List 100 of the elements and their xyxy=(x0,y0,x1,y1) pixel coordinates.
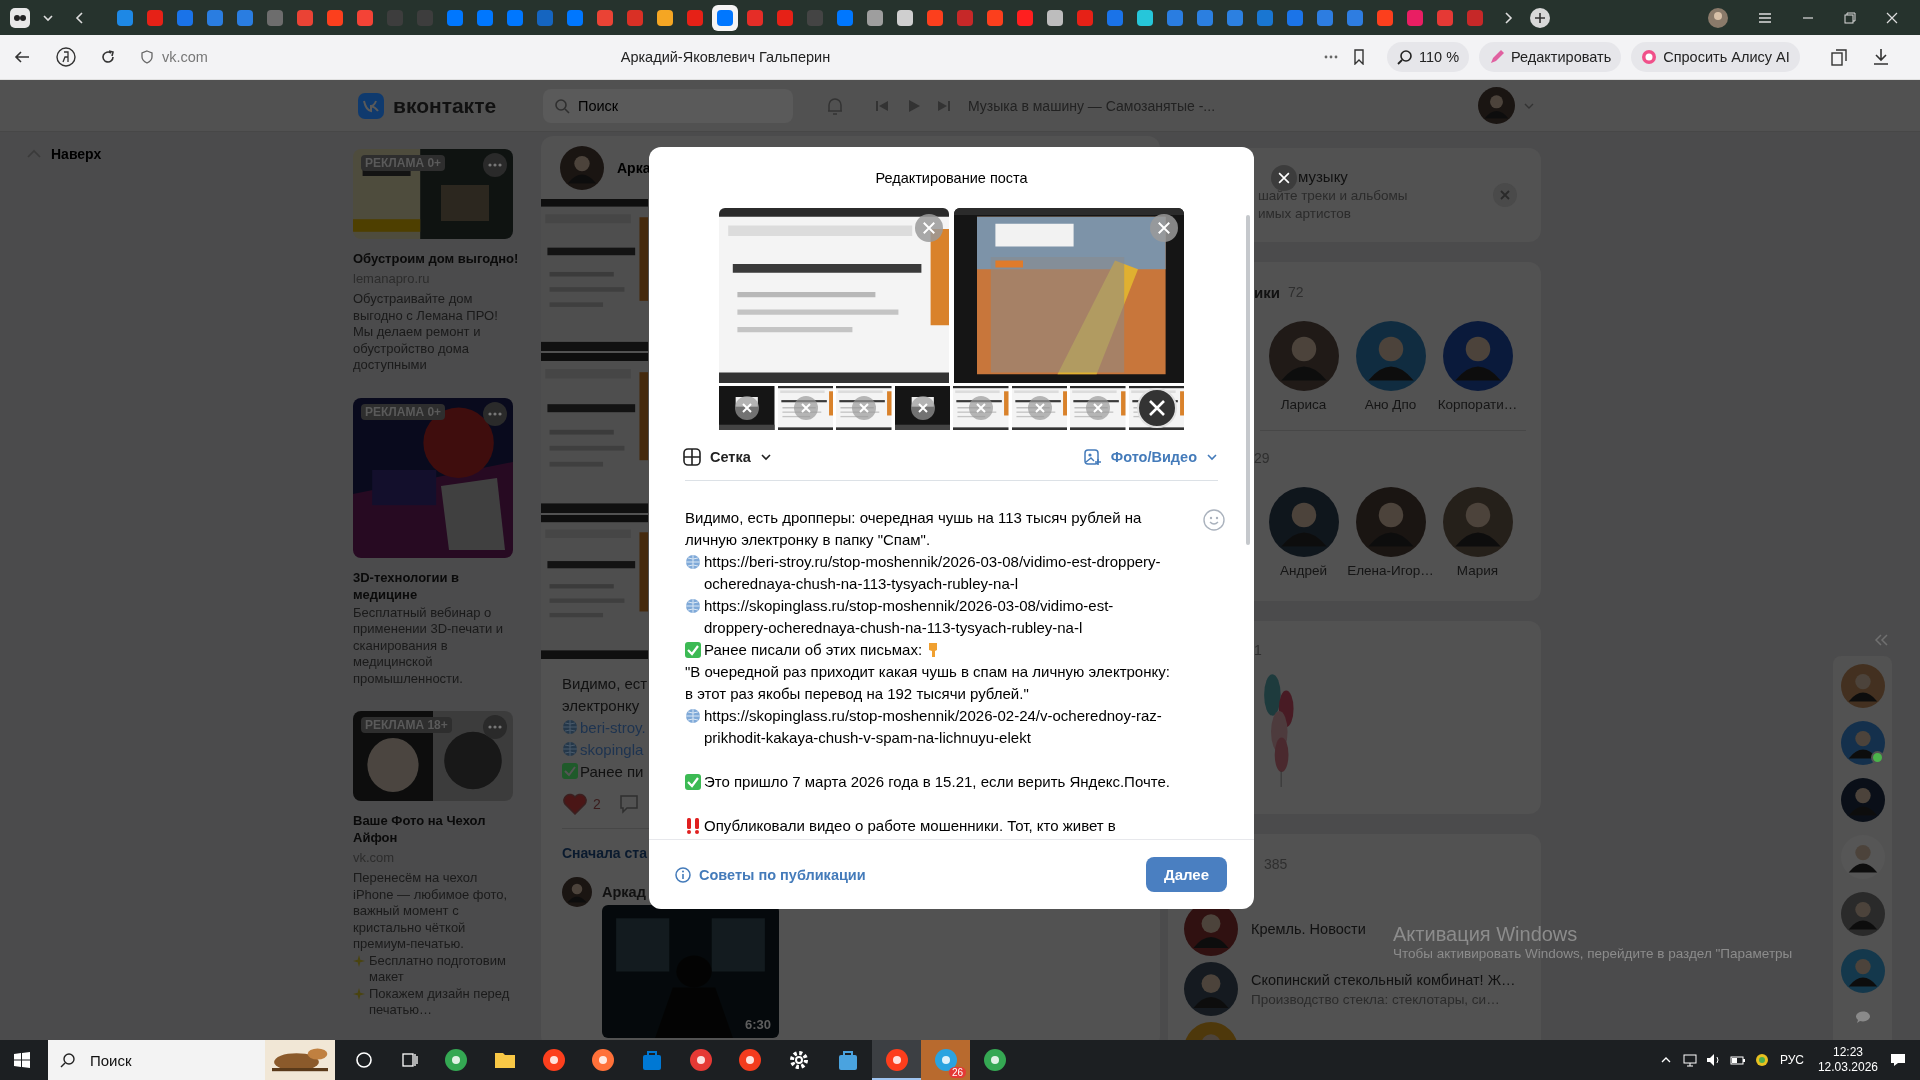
ask-assistant-button[interactable]: Спросить Алису AI xyxy=(1631,42,1800,72)
post-text: Ранее пи xyxy=(580,762,644,780)
collections-icon[interactable] xyxy=(1829,48,1848,66)
person-name[interactable]: Лариса xyxy=(1280,396,1327,414)
more-icon[interactable] xyxy=(483,401,507,426)
bookmark-icon[interactable] xyxy=(1351,49,1367,65)
url-text: vk.com xyxy=(162,49,208,65)
previous-track-icon[interactable] xyxy=(875,98,889,113)
person-name[interactable]: Ано Дпо xyxy=(1364,396,1417,414)
person-name[interactable]: Андрей xyxy=(1280,562,1327,580)
chevron-down-icon xyxy=(759,451,772,463)
zoom-button[interactable]: 110 % xyxy=(1387,42,1470,72)
weather-icon[interactable] xyxy=(1753,1052,1770,1068)
notifications-icon[interactable] xyxy=(1890,1052,1906,1068)
ad-title[interactable]: Ваше Фото на Чехол Айфон xyxy=(353,812,519,846)
heart-icon[interactable] xyxy=(563,793,587,815)
volume-icon[interactable] xyxy=(1705,1052,1722,1068)
zoom-icon xyxy=(1397,49,1413,65)
close-icon[interactable] xyxy=(1271,165,1297,191)
publishing-tips-link[interactable]: Советы по публикации xyxy=(675,866,866,883)
chat-icon[interactable] xyxy=(1854,1010,1871,1024)
scroll-tabs-left-icon[interactable] xyxy=(74,11,86,24)
media-dropdown[interactable]: Фото/Видео xyxy=(1083,448,1218,466)
author-name[interactable]: Арка xyxy=(617,159,651,176)
person-name[interactable]: Елена-Игор… xyxy=(1347,562,1434,580)
activation-notice-title: Активация Windows xyxy=(1393,923,1579,945)
dialog-title: Редактирование поста xyxy=(874,169,1029,188)
group-name[interactable]: Кремль. Новости xyxy=(1251,921,1366,937)
chevron-down-icon xyxy=(1206,451,1218,463)
music-suggestion-title: музыку xyxy=(1298,167,1349,187)
assistant-icon[interactable] xyxy=(355,1051,373,1069)
post-text: электронку xyxy=(562,696,640,714)
post-text: Опубликовали видео о работе мошенники. Тот, кто живет в xyxy=(704,816,1116,836)
person-name[interactable]: Корпорати… xyxy=(1437,396,1518,414)
ad-title[interactable]: Обустроим дом выгодно! xyxy=(353,250,519,267)
post-text: Видимо, есть дропперы: очередная чушь на 113 тысяч рублей на личную электронку в папку "Спам". xyxy=(685,508,1143,550)
task-view-icon[interactable] xyxy=(401,1051,419,1069)
scroll-tabs-right-icon[interactable] xyxy=(1502,11,1514,24)
remove-icon[interactable] xyxy=(910,396,935,420)
url-text: https://skopinglass.ru/stop-moshennik/2026-03-08/vidimo-est-droppery-ocherednaya-chush-na-113-tysyach-rubley-na-l xyxy=(704,596,1115,638)
sparkle-icon xyxy=(353,954,365,967)
download-icon[interactable] xyxy=(1871,48,1890,66)
exclamation-icon xyxy=(685,818,701,834)
post-text: "В очередной раз приходит какая чушь в спам на личную электронку: в этот раз якобы перевод на 192 тысячи рублей." xyxy=(685,662,1170,704)
logo-text[interactable]: вконтакте xyxy=(393,93,497,118)
video-duration: 6:30 xyxy=(744,1017,771,1032)
ring-icon xyxy=(1641,49,1658,65)
close-icon[interactable] xyxy=(1886,11,1898,24)
remove-icon[interactable] xyxy=(1136,388,1177,428)
shield-icon xyxy=(140,50,154,64)
ad-title[interactable]: 3D-технологии в медицине xyxy=(353,568,519,603)
more-icon[interactable] xyxy=(483,153,507,177)
scrollbar-thumb[interactable] xyxy=(1246,215,1250,545)
edit-button[interactable]: Редактировать xyxy=(1479,42,1622,72)
next-track-icon[interactable] xyxy=(937,98,951,113)
restore-icon[interactable] xyxy=(1844,11,1856,24)
next-button[interactable]: Далее xyxy=(1146,857,1227,892)
post-text: Ранее писали об этих письмах: xyxy=(704,640,923,660)
check-icon xyxy=(562,763,578,779)
remove-icon[interactable] xyxy=(915,214,943,242)
collapse-icon[interactable] xyxy=(1873,633,1889,647)
post-text: Это пришло 7 марта 2026 года в 15.21, если верить Яндекс.Почте. xyxy=(704,772,1170,792)
add-photo-icon xyxy=(1083,448,1102,466)
pen-icon xyxy=(1489,49,1506,65)
start-icon[interactable] xyxy=(14,1052,30,1068)
reload-icon[interactable] xyxy=(100,49,116,65)
search-field[interactable]: Поиск xyxy=(48,1040,335,1080)
taskbar-app[interactable] xyxy=(872,1040,921,1080)
globe-icon xyxy=(562,719,578,735)
browser-menu-icon[interactable] xyxy=(10,7,30,28)
url-text: https://skopinglass.ru/stop-moshennik/2026-02-24/v-ocherednoy-raz-prikhodit-kakaya-chush-v-spam-na-lichnuyu-elekt xyxy=(704,706,1163,748)
new-tab-icon[interactable] xyxy=(1530,7,1550,28)
comment-author[interactable]: Аркад xyxy=(602,884,646,900)
person-name[interactable]: Мария xyxy=(1456,562,1499,580)
back-to-top-link[interactable]: Наверх xyxy=(27,146,102,162)
more-icon[interactable] xyxy=(483,715,507,739)
profile-icon[interactable] xyxy=(1708,7,1728,28)
clock[interactable]: 12:23 12.03.2026 xyxy=(1817,1045,1878,1075)
clock-time: 12:23 xyxy=(1832,1045,1863,1060)
section-title[interactable]: ики xyxy=(1254,283,1280,301)
taskbar-app[interactable]: 26 xyxy=(921,1040,970,1080)
back-icon[interactable] xyxy=(14,49,30,65)
layout-dropdown[interactable]: Сетка xyxy=(683,448,772,466)
remove-icon[interactable] xyxy=(735,396,759,420)
group-name[interactable]: Скопинский стекольный комбинат! Ж… xyxy=(1251,971,1516,988)
sparkle-icon xyxy=(353,987,365,1000)
globe-icon xyxy=(685,554,701,570)
globe-icon xyxy=(562,741,578,757)
emoji-icon[interactable] xyxy=(1203,509,1225,531)
browser-tab[interactable] xyxy=(712,4,738,31)
network-icon[interactable] xyxy=(1681,1052,1698,1068)
globe-icon xyxy=(685,708,701,724)
avatar[interactable] xyxy=(1840,721,1885,765)
language-indicator[interactable]: РУС xyxy=(1779,1053,1804,1067)
globe-icon xyxy=(685,598,701,614)
remove-icon[interactable] xyxy=(1150,214,1178,242)
menu-icon[interactable] xyxy=(1758,10,1772,25)
home-icon[interactable] xyxy=(56,47,76,67)
page-title: Аркадий-Яковлевич Гальперин xyxy=(619,49,832,65)
search-field[interactable]: Поиск xyxy=(543,88,793,123)
